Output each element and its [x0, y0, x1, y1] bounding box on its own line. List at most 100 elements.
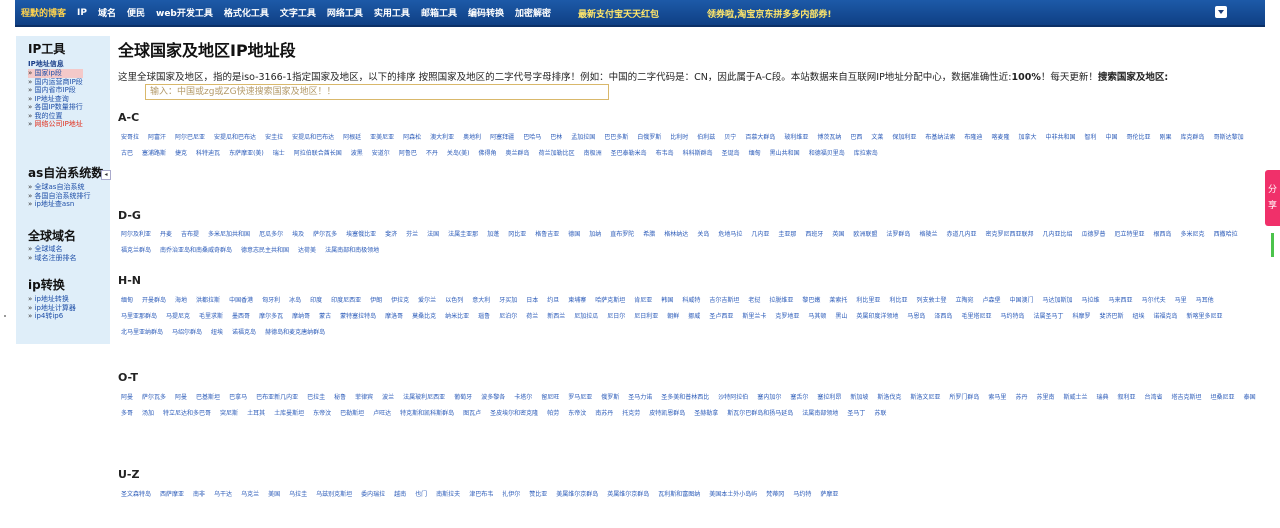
country-link[interactable]: 沙特阿拉伯	[718, 390, 748, 406]
country-link[interactable]: 瓜德罗普	[1082, 227, 1106, 243]
dropdown-menu-button[interactable]	[1215, 6, 1227, 18]
country-link[interactable]: 孟加拉国	[571, 130, 595, 146]
country-link[interactable]: 塞舌尔	[790, 390, 808, 406]
country-link[interactable]: 荷兰加勒比区	[539, 146, 575, 162]
country-link[interactable]: 马提尼克	[166, 309, 190, 325]
country-link[interactable]: 马达加斯加	[1043, 293, 1073, 309]
sidebar-item[interactable]: 网络公司IP地址	[28, 120, 83, 129]
country-link[interactable]: 亚美尼亚	[370, 130, 394, 146]
country-link[interactable]: 美国本土外小岛屿	[709, 487, 757, 503]
sidebar-item[interactable]: 国内运营商IP段	[28, 78, 83, 87]
country-link[interactable]: 东帝汶	[313, 406, 331, 422]
country-link[interactable]: 危地马拉	[718, 227, 742, 243]
country-link[interactable]: 吉布提	[181, 227, 199, 243]
country-link[interactable]: 东萨摩亚(美)	[229, 146, 264, 162]
country-link[interactable]: 突尼斯	[220, 406, 238, 422]
country-link[interactable]: 中国澳门	[1010, 293, 1034, 309]
nav-item[interactable]: 邮箱工具	[421, 6, 457, 19]
country-link[interactable]: 也门	[415, 487, 427, 503]
country-link[interactable]: 毛里求斯	[199, 309, 223, 325]
nav-item[interactable]: 格式化工具	[224, 6, 269, 19]
country-link[interactable]: 塞拉利昂	[817, 390, 841, 406]
country-link[interactable]: 奥地利	[463, 130, 481, 146]
country-link[interactable]: 马来西亚	[1109, 293, 1133, 309]
country-link[interactable]: 阿根廷	[343, 130, 361, 146]
country-link[interactable]: 加拿大	[1018, 130, 1036, 146]
country-link[interactable]: 美国	[268, 487, 280, 503]
country-link[interactable]: 安提瓜和巴布达	[214, 130, 256, 146]
country-link[interactable]: 哈萨克斯坦	[595, 293, 625, 309]
country-link[interactable]: 马拉维	[1082, 293, 1100, 309]
country-link[interactable]: 泽西岛	[934, 309, 952, 325]
country-link[interactable]: 约旦	[547, 293, 559, 309]
nav-item[interactable]: web开发工具	[156, 6, 213, 19]
country-link[interactable]: 拉脱维亚	[769, 293, 793, 309]
country-link[interactable]: 阿森松	[403, 130, 421, 146]
country-link[interactable]: 希腊	[643, 227, 655, 243]
country-link[interactable]: 巴哈马	[523, 130, 541, 146]
country-link[interactable]: 卢旺达	[373, 406, 391, 422]
country-link[interactable]: 布隆迪	[964, 130, 982, 146]
sidebar-item[interactable]: ip地址查asn	[28, 200, 91, 209]
country-link[interactable]: 梵蒂冈	[766, 487, 784, 503]
country-link[interactable]: 圣文森特岛	[121, 487, 151, 503]
country-link[interactable]: 托克劳	[622, 406, 640, 422]
country-link[interactable]: 瓦利斯和富图纳	[658, 487, 700, 503]
country-link[interactable]: 马恩岛	[907, 309, 925, 325]
country-link[interactable]: 意大利	[472, 293, 490, 309]
country-link[interactable]: 阿鲁巴	[399, 146, 417, 162]
country-link[interactable]: 南斯拉夫	[436, 487, 460, 503]
sidebar-item[interactable]: 各国自治系统排行	[28, 192, 91, 201]
country-link[interactable]: 斯洛文尼亚	[910, 390, 940, 406]
nav-item[interactable]: 编码转换	[468, 6, 504, 19]
sidebar-item[interactable]: ip4转ip6	[28, 312, 76, 321]
sidebar-item[interactable]: ip地址计算器	[28, 304, 76, 313]
country-link[interactable]: 塞浦路斯	[142, 146, 166, 162]
country-link[interactable]: 土耳其	[247, 406, 265, 422]
country-link[interactable]: 利比亚	[889, 293, 907, 309]
country-link[interactable]: 坦桑尼亚	[1211, 390, 1235, 406]
sidebar-item[interactable]: 域名注册排名	[28, 254, 77, 263]
nav-item[interactable]: 域名	[98, 6, 116, 19]
country-link[interactable]: 波兰	[382, 390, 394, 406]
country-link[interactable]: 汤加	[142, 406, 154, 422]
country-link[interactable]: 冰岛	[289, 293, 301, 309]
promo-coupon-link[interactable]: 领券啦,淘宝京东拼多多内部券!	[707, 7, 832, 20]
country-link[interactable]: 古巴	[121, 146, 133, 162]
country-link[interactable]: 缅甸	[749, 146, 761, 162]
country-link[interactable]: 圣诞岛	[722, 146, 740, 162]
country-link[interactable]: 尼加拉瓜	[574, 309, 598, 325]
share-button[interactable]: 分享	[1265, 170, 1280, 226]
country-link[interactable]: 肯尼亚	[634, 293, 652, 309]
country-link[interactable]: 达荷美	[298, 243, 316, 259]
country-link[interactable]: 埃及	[292, 227, 304, 243]
country-link[interactable]: 瑞典	[1096, 390, 1108, 406]
country-link[interactable]: 马里	[1175, 293, 1187, 309]
country-link[interactable]: 东帝汶	[568, 406, 586, 422]
country-link[interactable]: 特立尼达和多巴哥	[163, 406, 211, 422]
nav-item[interactable]: 加密解密	[515, 6, 551, 19]
country-link[interactable]: 瑙鲁	[478, 309, 490, 325]
country-link[interactable]: 库克群岛	[1181, 130, 1205, 146]
country-link[interactable]: 波多黎各	[481, 390, 505, 406]
country-link[interactable]: 喀麦隆	[991, 130, 1009, 146]
country-link[interactable]: 玻利维亚	[784, 130, 808, 146]
country-link[interactable]: 布韦岛	[656, 146, 674, 162]
country-link[interactable]: 尼泊尔	[499, 309, 517, 325]
country-link[interactable]: 西班牙	[805, 227, 823, 243]
country-link[interactable]: 文莱	[871, 130, 883, 146]
country-link[interactable]: 哥斯达黎加	[1214, 130, 1244, 146]
country-link[interactable]: 摩纳哥	[292, 309, 310, 325]
country-link[interactable]: 俄罗斯	[601, 390, 619, 406]
country-link[interactable]: 荷兰	[526, 309, 538, 325]
country-link[interactable]: 阿塞拜疆	[490, 130, 514, 146]
country-link[interactable]: 阿曼	[121, 390, 133, 406]
country-link[interactable]: 越南	[394, 487, 406, 503]
country-link[interactable]: 蒙古	[319, 309, 331, 325]
country-link[interactable]: 爱尔兰	[418, 293, 436, 309]
country-link[interactable]: 圣马丁	[847, 406, 865, 422]
country-link[interactable]: 克罗地亚	[775, 309, 799, 325]
country-link[interactable]: 萨尔瓦多	[313, 227, 337, 243]
country-link[interactable]: 圣赫勒拿	[694, 406, 718, 422]
country-link[interactable]: 苏丹	[1015, 390, 1027, 406]
